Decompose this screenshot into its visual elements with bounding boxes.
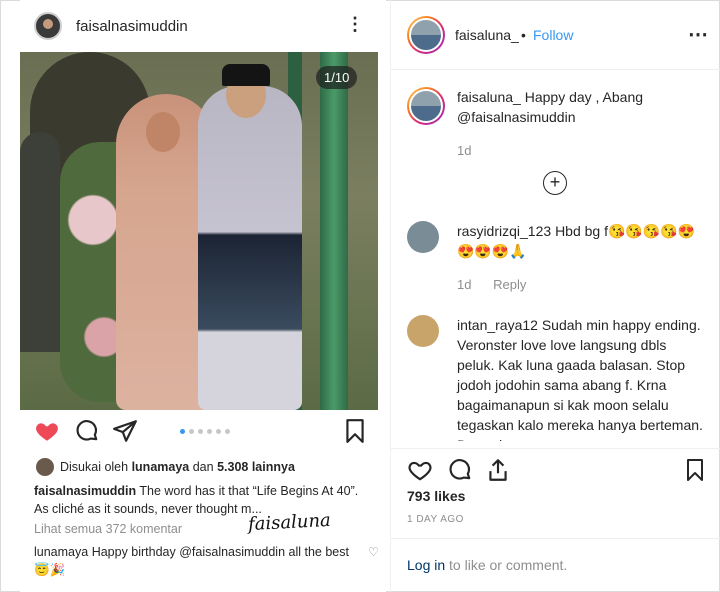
login-link[interactable]: Log in [407,557,445,573]
bookmark-icon[interactable] [683,457,707,483]
carousel-dots [180,429,230,434]
carousel-dot [198,429,203,434]
comment-meta: 1d [457,141,707,161]
comment-icon[interactable] [447,457,473,483]
bookmark-icon[interactable] [342,418,368,444]
comment-time: 1d [457,143,472,158]
photo-guest [20,132,60,352]
liked-by-user[interactable]: lunamaya [132,460,190,474]
comment-body: faisaluna_ Happy day , Abang @faisalnasi… [457,87,707,161]
carousel-dot [216,429,221,434]
comment-username[interactable]: faisaluna_ [457,89,521,105]
liked-by: Disukai oleh lunamaya dan 5.308 lainnya [36,458,295,476]
embedded-actions [20,418,378,448]
heart-icon[interactable] [407,457,433,483]
embedded-avatar [34,12,62,40]
plus-circle-icon[interactable]: + [543,171,567,195]
caption-username[interactable]: faisalnasimuddin [34,484,136,498]
post-date: 1 DAY AGO [407,514,464,525]
login-rest: to like or comment. [445,557,568,573]
comment-time: 1d [457,277,472,292]
more-options-icon[interactable]: ⋯ [688,22,709,47]
liked-by-suffix: dan [192,460,214,474]
embedded-comment: lunamaya Happy birthday @faisalnasimuddi… [34,543,354,579]
likes-count[interactable]: 793 likes [407,488,465,504]
comment-body: intan_raya12 Sudah min happy ending. Ver… [457,315,707,441]
author-avatar[interactable] [407,16,445,54]
comment-username[interactable]: rasyidrizqi_123 [457,223,551,239]
post-photo[interactable]: 1/10 [20,52,378,410]
post-side-panel: faisaluna_ • Follow ⋯ faisaluna_ Happy d… [390,0,720,592]
comment-avatar[interactable] [407,221,445,259]
reply-button[interactable]: Reply [493,277,526,292]
login-prompt: Log in to like or comment. [391,538,720,592]
comment-meta: 1d Reply [457,275,707,295]
header-separator: • [521,27,526,43]
embedded-more-icon: ⋮ [346,14,364,34]
photo-counter: 1/10 [316,66,358,89]
embedded-username: faisalnasimuddin [76,17,188,35]
photo-songkok [222,64,270,86]
liked-by-count[interactable]: 5.308 lainnya [217,460,295,474]
carousel-dot [225,429,230,434]
watermark-signature: faisaluna [247,509,332,536]
carousel-dot [180,429,185,434]
post-header: faisaluna_ • Follow ⋯ [391,0,720,70]
view-all-comments[interactable]: Lihat semua 372 komentar [34,522,182,536]
comment-username[interactable]: intan_raya12 [457,317,538,333]
embedded-post-header: faisalnasimuddin ⋮ [20,8,386,44]
embedded-post: faisalnasimuddin ⋮ 1/10 Disukai oleh lun… [20,0,386,592]
comment-icon[interactable] [74,418,100,444]
photo-woman-face [146,112,180,152]
carousel-dot [189,429,194,434]
photo-pillar [320,52,348,410]
author-username[interactable]: faisaluna_ [455,27,519,43]
comment-body: rasyidrizqi_123 Hbd bg f😘😘😘😘😍😍😍😍🙏 1d Rep… [457,221,707,295]
heart-filled-icon[interactable] [34,418,60,444]
comment-text: Sudah min happy ending. Veronster love l… [457,317,703,441]
photo-man [198,86,302,410]
comment-avatar[interactable] [407,87,445,125]
comment-like-icon[interactable]: ♡ [368,545,379,559]
liker-avatar [36,458,54,476]
embedded-comment-user[interactable]: lunamaya [34,545,88,559]
liked-by-prefix: Disukai oleh [60,460,129,474]
comments-list: faisaluna_ Happy day , Abang @faisalnasi… [391,71,720,441]
upload-share-icon[interactable] [485,457,511,483]
carousel-dot [207,429,212,434]
share-icon[interactable] [112,418,138,444]
comment-avatar[interactable] [407,315,445,353]
follow-button[interactable]: Follow [533,27,573,43]
post-actions [391,448,720,488]
